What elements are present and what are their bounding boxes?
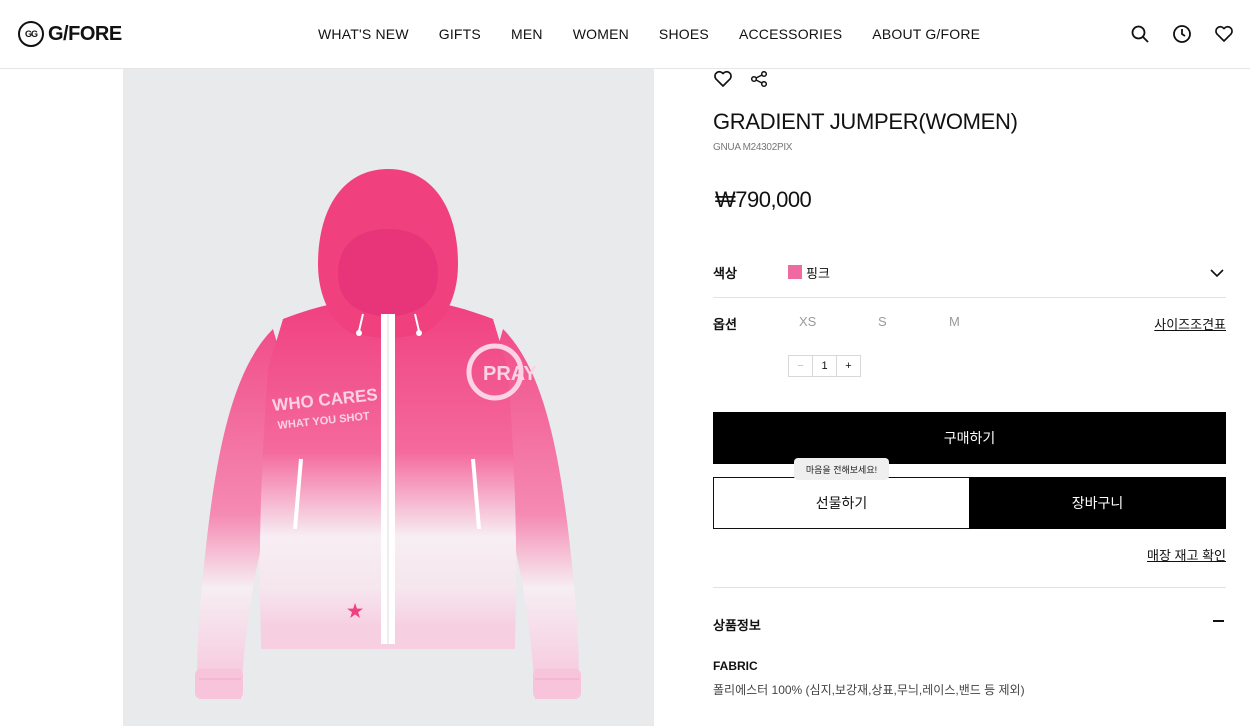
store-stock-link[interactable]: 매장 재고 확인: [1147, 545, 1226, 564]
add-to-cart-button[interactable]: 장바구니: [969, 477, 1226, 529]
header-icons: [1130, 24, 1234, 44]
option-label: 옵션: [713, 317, 737, 332]
brand-logo[interactable]: GG G/FORE: [18, 21, 122, 47]
size-option-xs[interactable]: XS: [799, 314, 816, 329]
jacket-graphic-text: PRAY: [483, 363, 537, 385]
size-option-m[interactable]: M: [949, 314, 960, 329]
product-image[interactable]: PRAY WHO CARES WHAT YOU SHOT ★: [123, 69, 654, 726]
wishlist-icon[interactable]: [1214, 24, 1234, 44]
logo-mark-icon: GG: [18, 21, 44, 47]
quantity-stepper: − 1 +: [788, 355, 861, 377]
gift-tooltip: 마음을 전해보세요!: [794, 458, 889, 480]
product-title: GRADIENT JUMPER(WOMEN): [713, 109, 1018, 134]
collapse-icon[interactable]: [1213, 620, 1224, 622]
nav-shoes[interactable]: SHOES: [659, 26, 709, 42]
gift-button[interactable]: 선물하기: [713, 477, 970, 529]
chevron-down-icon[interactable]: [1210, 265, 1224, 283]
site-header: GG G/FORE WHAT'S NEW GIFTS MEN WOMEN SHO…: [0, 0, 1250, 69]
nav-accessories[interactable]: ACCESSORIES: [739, 26, 842, 42]
divider: [713, 587, 1226, 588]
product-price: ₩790,000: [715, 187, 812, 212]
logo-text: G/FORE: [48, 22, 122, 45]
nav-gifts[interactable]: GIFTS: [439, 26, 481, 42]
size-option-s[interactable]: S: [878, 314, 887, 329]
color-value: 핑크: [806, 266, 830, 281]
size-chart-link[interactable]: 사이즈조견표: [1154, 314, 1226, 333]
like-icon[interactable]: [713, 69, 733, 94]
search-icon[interactable]: [1130, 24, 1150, 44]
fabric-label: FABRIC: [713, 659, 758, 673]
recent-icon[interactable]: [1172, 24, 1192, 44]
nav-women[interactable]: WOMEN: [573, 26, 629, 42]
color-swatch: [788, 265, 802, 279]
product-code: GNUA M24302PIX: [713, 142, 793, 153]
buy-now-button[interactable]: 구매하기: [713, 412, 1226, 464]
quantity-value[interactable]: 1: [812, 356, 837, 376]
fabric-value: 폴리에스터 100% (심지,보강재,상표,무늬,레이스,밴드 등 제외): [713, 683, 1025, 697]
quantity-increase-button[interactable]: +: [837, 356, 860, 376]
nav-men[interactable]: MEN: [511, 26, 543, 42]
share-icon[interactable]: [749, 69, 769, 94]
nav-whats-new[interactable]: WHAT'S NEW: [318, 26, 409, 42]
product-info-section-title[interactable]: 상품정보: [713, 615, 761, 634]
nav-about[interactable]: ABOUT G/FORE: [872, 26, 980, 42]
divider: [713, 297, 1226, 298]
main-nav: WHAT'S NEW GIFTS MEN WOMEN SHOES ACCESSO…: [318, 26, 1010, 42]
product-utility-icons: [713, 69, 769, 94]
quantity-decrease-button[interactable]: −: [789, 356, 812, 376]
svg-text:★: ★: [347, 601, 364, 621]
color-label: 색상: [713, 266, 737, 281]
